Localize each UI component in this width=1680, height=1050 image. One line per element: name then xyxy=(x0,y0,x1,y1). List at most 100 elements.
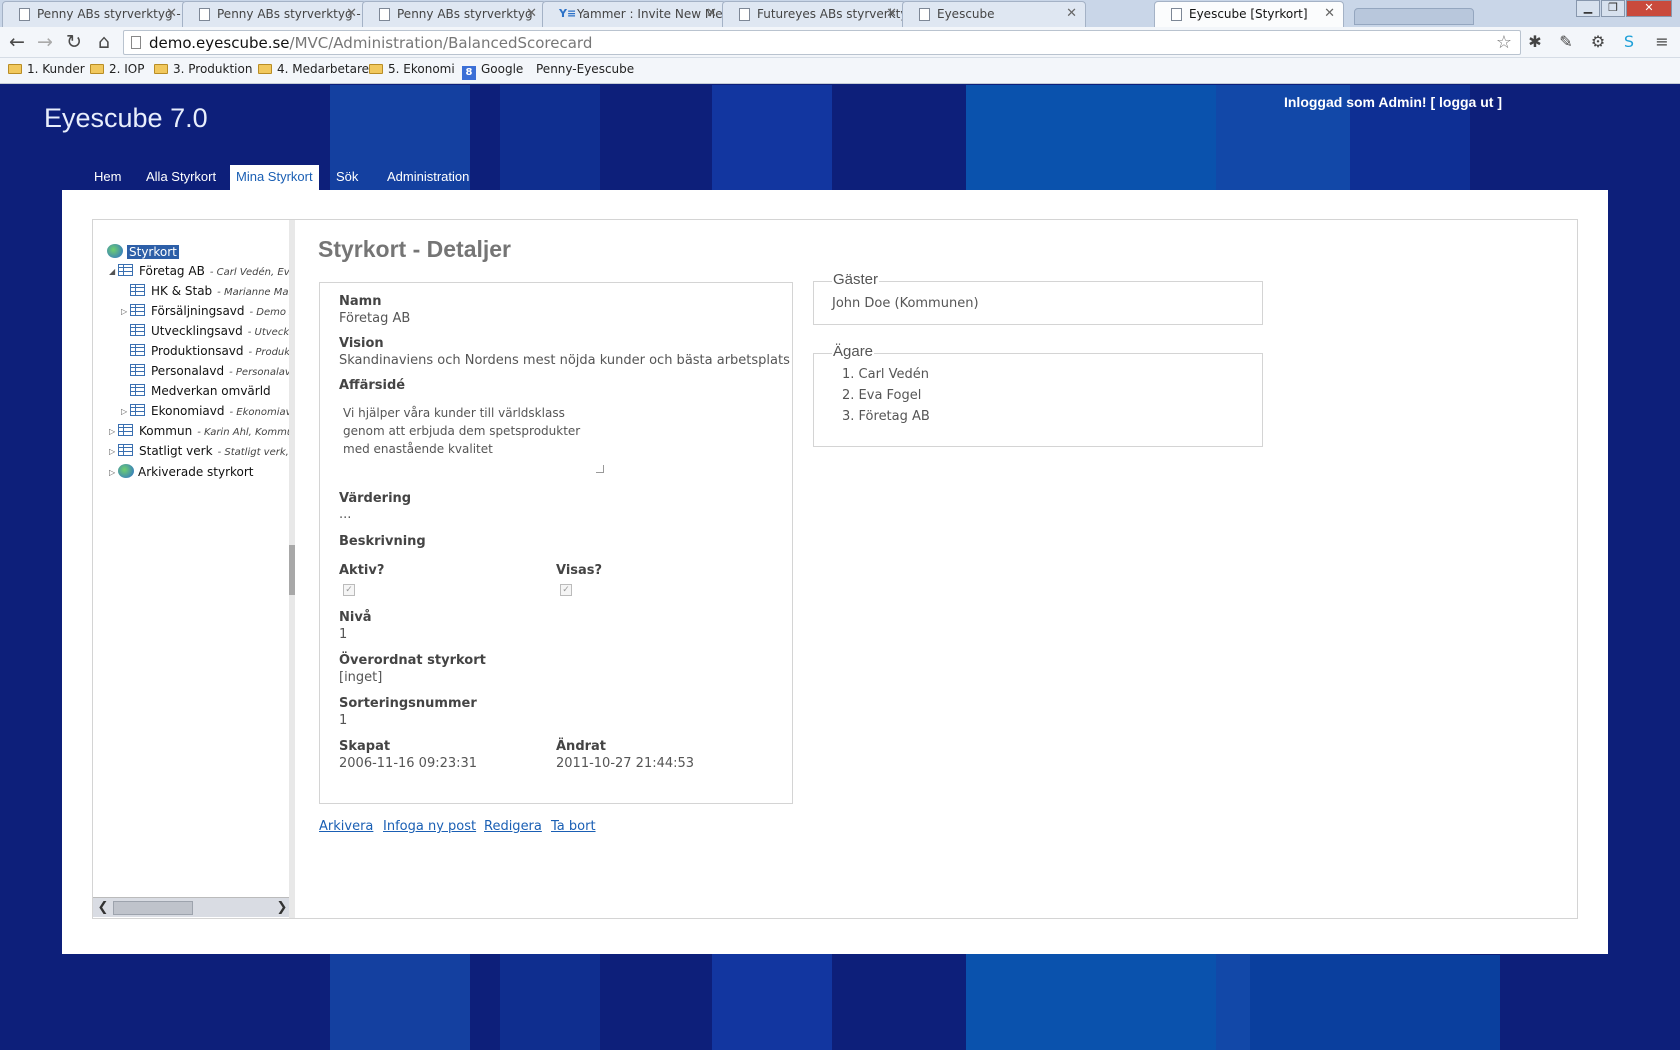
forward-icon[interactable]: → xyxy=(32,30,58,56)
owner-item: 3. Företag AB xyxy=(842,409,930,424)
tree-item-label: Arkiverade styrkort xyxy=(138,465,254,479)
page-icon xyxy=(199,8,210,21)
guests-fieldset: Gäster John Doe (Kommunen) xyxy=(813,271,1263,325)
menu-icon[interactable]: ≡ xyxy=(1652,32,1672,52)
bookmark-folder[interactable]: 5. Ekonomi xyxy=(369,62,455,76)
close-icon[interactable]: ✕ xyxy=(706,6,717,21)
expand-icon[interactable]: ▷ xyxy=(109,427,118,436)
tree-item[interactable]: Produktionsavd - Produktic xyxy=(130,344,291,363)
page-title: Styrkort - Detaljer xyxy=(318,236,512,262)
scroll-thumb[interactable] xyxy=(113,901,193,915)
bookmark-folder[interactable]: 4. Medarbetare xyxy=(258,62,369,76)
close-icon[interactable]: ✕ xyxy=(1066,6,1077,21)
bookmark-folder[interactable]: 2. IOP xyxy=(90,62,144,76)
nav-tab-alla-styrkort[interactable]: Alla Styrkort xyxy=(140,165,222,190)
browser-tab[interactable]: Penny ABs styrverktyg ✕ xyxy=(362,1,546,27)
browser-tab[interactable]: Futureyes ABs styrverktyg -✕ xyxy=(722,1,906,27)
nav-tab-administration[interactable]: Administration xyxy=(381,165,475,190)
folder-icon xyxy=(90,64,104,74)
collapse-icon[interactable]: ◢ xyxy=(109,267,118,276)
bookmark-folder[interactable]: 1. Kunder xyxy=(8,62,85,76)
tree-item[interactable]: Personalavd - Personalavd xyxy=(130,364,291,383)
reload-icon[interactable]: ↻ xyxy=(61,30,87,56)
bookmark-star-icon[interactable]: ☆ xyxy=(1496,32,1512,53)
splitter-handle[interactable] xyxy=(289,545,295,595)
bookmark-link[interactable]: 8 Google xyxy=(462,62,523,80)
tree-root[interactable]: Styrkort xyxy=(107,244,179,263)
tree-item-label: Försäljningsavd xyxy=(151,304,245,318)
minimize-button[interactable]: ▁ xyxy=(1576,0,1600,17)
close-icon[interactable]: ✕ xyxy=(526,6,537,21)
sortering-value: 1 xyxy=(339,713,348,728)
tree-item[interactable]: ◢ Företag AB - Carl Vedén, Eva . xyxy=(109,264,291,283)
vision-label: Vision xyxy=(339,336,384,351)
table-icon xyxy=(118,424,133,436)
bookmark-label: Google xyxy=(481,62,524,76)
window-close-button[interactable]: ✕ xyxy=(1626,0,1672,17)
redigera-link[interactable]: Redigera xyxy=(484,819,542,834)
browser-tab[interactable]: Penny ABs styrverktyg - Ak ✕ xyxy=(182,1,366,27)
expand-icon[interactable]: ▷ xyxy=(121,307,130,316)
settings-icon[interactable]: ⚙ xyxy=(1588,32,1608,52)
tree-item[interactable]: ▷ Ekonomiavd - Ekonomiavd xyxy=(121,404,291,423)
back-icon[interactable]: ← xyxy=(4,30,30,56)
page-icon xyxy=(1171,8,1182,21)
yammer-icon: Y≡ xyxy=(559,7,577,20)
aktiv-checkbox[interactable]: ✓ xyxy=(343,584,355,596)
browser-tab[interactable]: Y≡ Yammer : Invite New Mem ✕ xyxy=(542,1,726,27)
scorecard-tree: Styrkort ◢Företag AB- Carl Vedén, Eva . … xyxy=(93,220,292,918)
scroll-left-icon[interactable]: ❮ xyxy=(94,899,112,916)
niva-value: 1 xyxy=(339,627,348,642)
tree-item[interactable]: HK & Stab - Marianne Manf xyxy=(130,284,291,303)
tree-item-owners: - Produktic xyxy=(248,347,291,358)
table-icon xyxy=(118,444,133,456)
expand-icon[interactable]: ▷ xyxy=(109,468,118,477)
owners-fieldset: Ägare 1. Carl Vedén 2. Eva Fogel 3. Före… xyxy=(813,343,1263,447)
bookmark-link[interactable]: Penny-Eyescube xyxy=(536,62,634,160)
table-icon xyxy=(130,384,145,396)
nav-tab-sok[interactable]: Sök xyxy=(330,165,364,190)
bookmark-label: 3. Produktion xyxy=(173,62,253,76)
tree-item[interactable]: ▷ Kommun - Karin Ahl, Kommun xyxy=(109,424,291,443)
notes-icon[interactable]: ✎ xyxy=(1556,32,1576,52)
expand-icon[interactable]: ▷ xyxy=(121,407,130,416)
close-icon[interactable]: ✕ xyxy=(346,6,357,21)
tree-item-label: Företag AB xyxy=(139,264,205,278)
browser-tab[interactable]: Eyescube ✕ xyxy=(902,1,1086,27)
close-icon[interactable]: ✕ xyxy=(166,6,177,21)
arkivera-link[interactable]: Arkivera xyxy=(319,819,373,834)
close-icon[interactable]: ✕ xyxy=(886,6,897,21)
address-bar[interactable]: demo.eyescube.se/MVC/Administration/Bala… xyxy=(123,30,1521,55)
nav-tab-mina-styrkort[interactable]: Mina Styrkort xyxy=(230,165,319,190)
extension-icon[interactable]: ✱ xyxy=(1525,32,1545,52)
overordnat-value: [inget] xyxy=(339,670,383,685)
tree-item[interactable]: Medverkan omvärld xyxy=(130,384,271,403)
visas-label: Visas? xyxy=(556,563,603,578)
nav-tab-hem[interactable]: Hem xyxy=(88,165,127,190)
tab-title: Eyescube xyxy=(937,7,995,21)
maximize-button[interactable]: ❐ xyxy=(1601,0,1625,17)
infoga-ny-post-link[interactable]: Infoga ny post xyxy=(383,819,476,834)
new-tab-button[interactable] xyxy=(1354,8,1474,25)
resize-grip-icon[interactable] xyxy=(596,465,604,473)
home-icon[interactable]: ⌂ xyxy=(91,30,117,56)
visas-checkbox[interactable]: ✓ xyxy=(560,584,572,596)
bookmark-folder[interactable]: 3. Produktion xyxy=(154,62,252,76)
browser-tab-active[interactable]: Eyescube [Styrkort] ✕ xyxy=(1154,1,1344,27)
tree-item[interactable]: Utvecklingsavd - Utvecklin xyxy=(130,324,291,343)
affarside-textarea[interactable]: Vi hjälper våra kunder till världsklass … xyxy=(339,401,604,473)
tree-item[interactable]: ▷ Försäljningsavd - Demo An xyxy=(121,304,291,323)
splitter[interactable] xyxy=(289,220,295,918)
skype-icon[interactable]: S xyxy=(1619,32,1639,52)
browser-tab[interactable]: Penny ABs styrverktyg - Sta✕ xyxy=(2,1,186,27)
tree-item[interactable]: ▷ Statligt verk - Statligt verk, B xyxy=(109,444,291,463)
tree-item-owners: - Utvecklin xyxy=(247,327,291,338)
login-status[interactable]: Inloggad som Admin! [ logga ut ] xyxy=(1284,94,1502,110)
tree-horizontal-scrollbar[interactable]: ❮ ❯ xyxy=(93,897,291,917)
ta-bort-link[interactable]: Ta bort xyxy=(551,819,596,834)
affarside-line: Vi hjälper våra kunder till världsklass xyxy=(343,406,565,420)
vision-value: Skandinaviens och Nordens mest nöjda kun… xyxy=(339,353,790,368)
close-icon[interactable]: ✕ xyxy=(1324,6,1335,21)
tree-item[interactable]: ▷ Arkiverade styrkort xyxy=(109,464,254,483)
expand-icon[interactable]: ▷ xyxy=(109,447,118,456)
